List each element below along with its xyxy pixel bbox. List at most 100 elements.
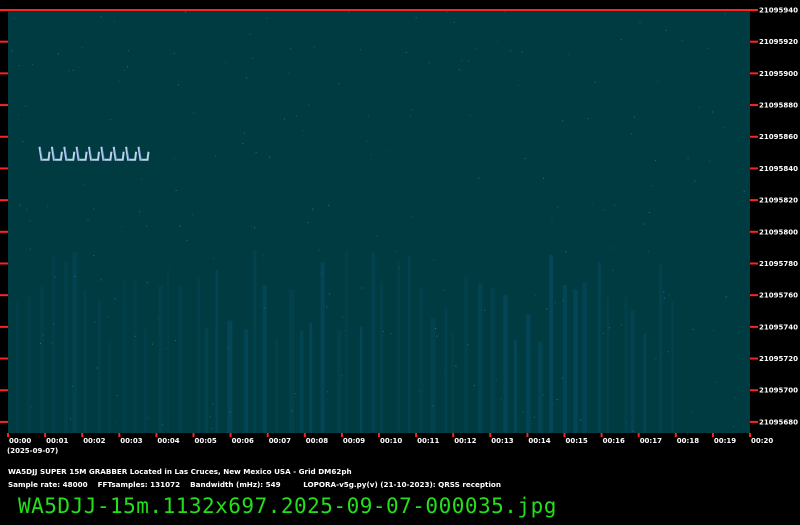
noise-speck [709, 160, 711, 162]
noise-speck [72, 69, 74, 71]
noise-speck [328, 293, 330, 295]
noise-speck [87, 220, 89, 221]
noise-speck [312, 208, 314, 210]
noise-streak [320, 262, 325, 433]
noise-speck [433, 259, 435, 261]
noise-speck [504, 11, 506, 13]
noise-streak [133, 280, 138, 433]
noise-speck [18, 65, 20, 66]
y-tick-label: 21095700 [759, 387, 798, 395]
noise-speck [647, 250, 649, 252]
noise-speck [517, 84, 519, 86]
noise-speck [470, 114, 471, 116]
noise-streak [562, 284, 567, 433]
noise-streak [464, 276, 468, 433]
noise-speck [186, 239, 188, 241]
noise-speck [461, 60, 463, 62]
noise-speck [31, 63, 33, 65]
noise-speck [100, 279, 102, 281]
x-tick-label: 00:11 [417, 437, 439, 445]
noise-speck [134, 335, 136, 337]
noise-speck [118, 80, 120, 82]
noise-speck [436, 335, 438, 337]
noise-speck [113, 21, 115, 23]
noise-speck [667, 351, 669, 353]
noise-speck [348, 11, 350, 13]
x-tick-label: 00:09 [343, 437, 365, 445]
noise-speck [366, 140, 368, 142]
noise-speck [294, 393, 296, 395]
noise-speck [29, 220, 31, 222]
noise-speck [303, 130, 304, 132]
noise-speck [25, 105, 27, 107]
x-tick-label: 00:15 [566, 437, 588, 445]
noise-speck [594, 81, 596, 83]
noise-speck [694, 180, 696, 182]
noise-speck [473, 385, 475, 387]
noise-streak [39, 286, 45, 433]
noise-streak [26, 295, 32, 433]
noise-speck [495, 379, 497, 381]
noise-speck [399, 268, 401, 270]
noise-streak [525, 314, 531, 433]
noise-speck [255, 152, 257, 153]
noise-speck [412, 216, 413, 218]
noise-speck [251, 225, 253, 227]
noise-speck [484, 309, 486, 311]
noise-speck [192, 214, 193, 216]
noise-speck [40, 343, 41, 345]
noise-streak [158, 285, 163, 433]
noise-streak [538, 341, 543, 433]
noise-speck [42, 334, 44, 336]
noise-speck [127, 50, 129, 52]
noise-speck [551, 218, 553, 220]
noise-speck [242, 143, 244, 145]
noise-streak [178, 286, 183, 433]
noise-speck [54, 276, 56, 278]
noise-speck [81, 47, 83, 49]
noise-speck [405, 51, 407, 53]
noise-speck [663, 297, 665, 299]
noise-speck [655, 358, 657, 360]
image-filename: WA5DJJ-15m.1132x697.2025-09-07-000035.jp… [18, 494, 557, 518]
noise-speck [173, 158, 175, 160]
noise-speck [94, 321, 96, 323]
noise-speck [376, 235, 378, 237]
noise-speck [500, 398, 502, 400]
noise-speck [649, 212, 651, 214]
noise-speck [562, 300, 564, 302]
noise-speck [152, 343, 153, 345]
noise-speck [291, 410, 293, 412]
noise-speck [18, 113, 19, 115]
x-tick-label: 00:08 [306, 437, 328, 445]
station-info: WA5DJJ SUPER 15M GRABBER Located in Las … [8, 467, 352, 476]
noise-speck [632, 430, 634, 432]
noise-streak [196, 278, 201, 433]
x-tick-label: 00:19 [714, 437, 736, 445]
y-tick-label: 21095820 [759, 197, 798, 205]
noise-speck [68, 70, 70, 72]
noise-speck [19, 204, 21, 206]
y-tick-label: 21095720 [759, 355, 798, 363]
noise-speck [535, 295, 537, 297]
noise-streak [430, 317, 436, 433]
noise-speck [432, 405, 434, 407]
x-tick-label: 00:12 [454, 437, 476, 445]
noise-streak [478, 283, 483, 433]
noise-speck [656, 80, 658, 82]
x-tick-label: 00:03 [120, 437, 142, 445]
noise-speck [478, 177, 480, 179]
noise-streak [122, 279, 127, 433]
noise-speck [13, 17, 15, 19]
noise-streak [215, 270, 218, 433]
noise-speck [307, 222, 309, 223]
noise-speck [567, 54, 569, 56]
noise-speck [194, 112, 195, 114]
noise-speck [326, 399, 328, 401]
y-tick-label: 21095740 [759, 323, 798, 331]
noise-speck [139, 211, 141, 213]
noise-speck [681, 40, 683, 42]
noise-speck [612, 247, 614, 249]
noise-speck [734, 397, 736, 399]
noise-streak [64, 262, 68, 433]
